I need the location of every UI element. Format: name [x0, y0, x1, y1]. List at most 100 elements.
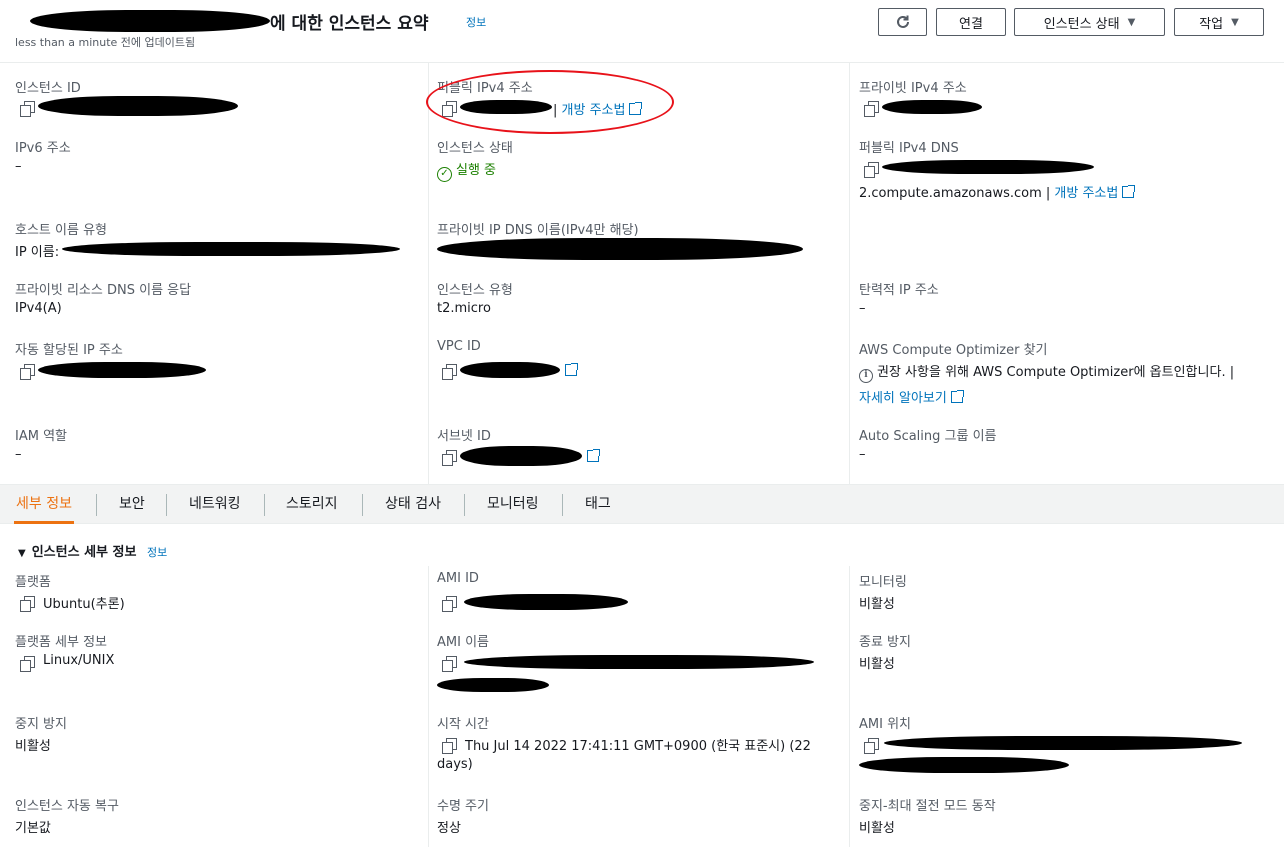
redacted-value — [460, 446, 582, 466]
tab-monitoring[interactable]: 모니터링 — [485, 485, 541, 524]
private-resource-dns-value: IPv4(A) — [15, 301, 62, 316]
tab-storage[interactable]: 스토리지 — [284, 485, 340, 524]
external-link-icon[interactable] — [565, 363, 578, 376]
external-link-icon[interactable] — [587, 449, 600, 462]
lifecycle-label: 수명 주기 — [437, 799, 489, 814]
public-dns-value: 2.compute.amazonaws.com | 개방 주소법 — [859, 182, 1136, 201]
ami-location-label: AMI 위치 — [859, 717, 911, 732]
collapse-triangle-icon: ▼ — [18, 548, 26, 559]
copy-icon[interactable] — [20, 101, 35, 117]
private-resource-dns-label: 프라이빗 리소스 DNS 이름 응답 — [15, 283, 192, 298]
redacted-value — [460, 362, 560, 378]
auto-scaling-label: Auto Scaling 그룹 이름 — [859, 429, 997, 444]
instance-type-value: t2.micro — [437, 301, 491, 316]
title-info-link[interactable]: 정보 — [466, 14, 486, 30]
stop-protection-value: 비활성 — [15, 739, 51, 754]
copy-icon[interactable] — [20, 596, 35, 612]
copy-icon[interactable] — [442, 596, 457, 612]
redacted-value — [62, 242, 400, 256]
redacted-instance-name — [30, 10, 270, 32]
redacted-value — [882, 160, 1094, 174]
instance-type-label: 인스턴스 유형 — [437, 283, 513, 298]
stop-hibernate-value: 비활성 — [859, 821, 895, 836]
copy-icon[interactable] — [20, 364, 35, 380]
subnet-id-label: 서브넷 ID — [437, 429, 491, 444]
copy-icon[interactable] — [864, 101, 879, 117]
redacted-value — [884, 736, 1242, 750]
copy-icon[interactable] — [442, 656, 457, 672]
ipv6-value: – — [15, 159, 22, 174]
tab-security[interactable]: 보안 — [117, 485, 147, 524]
lifecycle-value: 정상 — [437, 821, 461, 836]
optimizer-value: i 권장 사항을 위해 AWS Compute Optimizer에 옵트인합니다… — [859, 361, 1234, 383]
iam-role-label: IAM 역할 — [15, 429, 67, 444]
page-header: 에 대한 인스턴스 요약 정보 less than a minute 전에 업데… — [0, 0, 1284, 63]
instance-details-heading[interactable]: ▼ 인스턴스 세부 정보 정보 — [18, 541, 167, 560]
actions-label: 작업 — [1199, 16, 1224, 32]
instance-state-value: ✓ 실행 중 — [437, 159, 496, 182]
copy-icon[interactable] — [442, 738, 457, 754]
instance-state-field-label: 인스턴스 상태 — [437, 141, 513, 156]
column-divider — [428, 63, 429, 484]
tab-networking[interactable]: 네트워킹 — [187, 485, 243, 524]
auto-recovery-label: 인스턴스 자동 복구 — [15, 799, 119, 814]
auto-ip-label: 자동 할당된 IP 주소 — [15, 343, 123, 358]
redacted-value — [464, 655, 814, 669]
copy-icon[interactable] — [864, 738, 879, 754]
monitoring-value: 비활성 — [859, 597, 895, 612]
copy-icon[interactable] — [442, 450, 457, 466]
connect-button[interactable]: 연결 — [936, 8, 1006, 36]
external-link-icon — [1122, 185, 1136, 198]
copy-icon[interactable] — [864, 162, 879, 178]
instance-state-dropdown[interactable]: 인스턴스 상태 ▼ — [1014, 8, 1165, 36]
private-ip-dns-label: 프라이빗 IP DNS 이름(IPv4만 해당) — [437, 223, 639, 238]
highlight-annotation-circle — [426, 70, 674, 134]
instance-state-label: 인스턴스 상태 — [1043, 16, 1120, 32]
details-info-link[interactable]: 정보 — [147, 546, 167, 559]
learn-more-link[interactable]: 자세히 알아보기 — [859, 387, 964, 406]
tab-divider — [362, 494, 363, 516]
iam-role-value: – — [15, 447, 22, 462]
tab-details[interactable]: 세부 정보 — [14, 485, 74, 524]
redacted-value — [882, 100, 982, 114]
check-circle-icon: ✓ — [437, 167, 452, 182]
refresh-icon — [896, 15, 909, 28]
instance-id-label: 인스턴스 ID — [15, 81, 81, 96]
copy-icon[interactable] — [442, 364, 457, 380]
optimizer-label: AWS Compute Optimizer 찾기 — [859, 343, 1048, 358]
copy-icon[interactable] — [20, 656, 35, 672]
platform-value: Ubuntu(추론) — [43, 597, 125, 612]
info-icon: i — [859, 369, 873, 383]
redacted-value — [437, 238, 803, 260]
tab-tags[interactable]: 태그 — [583, 485, 613, 524]
elastic-ip-value: – — [859, 301, 866, 316]
launch-time-value: Thu Jul 14 2022 17:41:11 GMT+0900 (한국 표준… — [465, 739, 811, 754]
elastic-ip-label: 탄력적 IP 주소 — [859, 283, 939, 298]
launch-time-label: 시작 시간 — [437, 717, 489, 732]
refresh-button[interactable] — [878, 8, 927, 36]
tab-divider — [96, 494, 97, 516]
tab-divider — [464, 494, 465, 516]
last-updated-text: less than a minute 전에 업데이트됨 — [15, 36, 196, 49]
column-divider — [849, 566, 850, 847]
redacted-value — [859, 757, 1069, 773]
column-divider — [849, 63, 850, 484]
redacted-value — [38, 362, 206, 378]
ami-name-label: AMI 이름 — [437, 635, 489, 650]
redacted-value — [437, 678, 549, 692]
tab-divider — [166, 494, 167, 516]
monitoring-label: 모니터링 — [859, 575, 907, 590]
public-dns-open-link[interactable]: 개방 주소법 — [1054, 185, 1136, 201]
stop-protection-label: 중지 방지 — [15, 717, 67, 732]
detail-tabs: 세부 정보 보안 네트워킹 스토리지 상태 검사 모니터링 태그 — [0, 484, 1284, 524]
vpc-id-label: VPC ID — [437, 339, 481, 354]
tab-status-checks[interactable]: 상태 검사 — [383, 485, 443, 524]
actions-dropdown[interactable]: 작업 ▼ — [1174, 8, 1264, 36]
ipv6-label: IPv6 주소 — [15, 141, 71, 156]
tab-divider — [562, 494, 563, 516]
caret-down-icon: ▼ — [1231, 16, 1239, 28]
caret-down-icon: ▼ — [1127, 16, 1136, 28]
stop-hibernate-label: 중지-최대 절전 모드 동작 — [859, 799, 996, 814]
column-divider — [428, 566, 429, 847]
tab-divider — [264, 494, 265, 516]
